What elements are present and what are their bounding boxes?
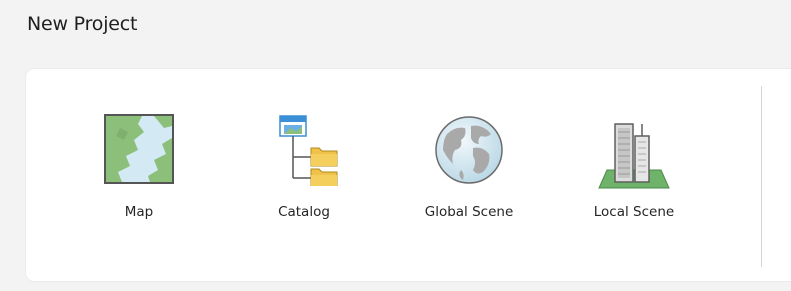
buildings-icon (564, 110, 704, 192)
template-label: Catalog (278, 204, 330, 220)
new-project-view: New Project Map Catalog Global Scene Loc… (0, 0, 791, 291)
template-map-button[interactable]: Map (69, 110, 209, 238)
template-catalog-button[interactable]: Catalog (234, 110, 374, 238)
panel-divider (761, 86, 762, 267)
section-title: New Project (27, 13, 138, 35)
catalog-icon (234, 110, 374, 192)
globe-icon (399, 110, 539, 192)
template-global-scene-button[interactable]: Global Scene (399, 110, 539, 238)
map-icon (69, 110, 209, 192)
template-label: Map (124, 204, 154, 220)
template-label: Global Scene (424, 204, 514, 220)
template-label: Local Scene (593, 204, 675, 220)
template-local-scene-button[interactable]: Local Scene (564, 110, 704, 238)
